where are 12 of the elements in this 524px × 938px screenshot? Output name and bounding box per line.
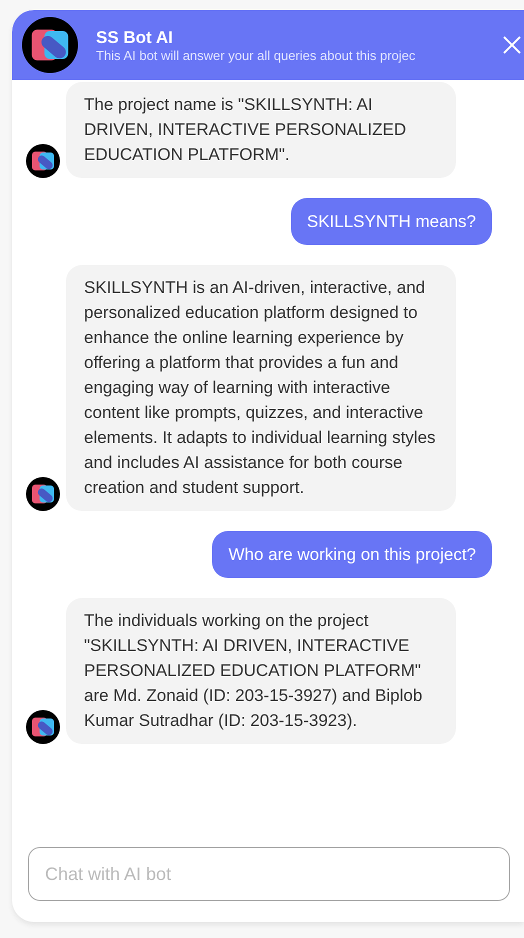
bot-avatar-icon xyxy=(26,477,60,511)
bot-message: The individuals working on the project "SKILLSYNTH: AI DRIVEN, INTERACTIVE PERSONALIZED EDUCATION PLATFORM" are Md. Zonaid (ID: 203-15-3927) and Biplob Kumar Sutradhar (ID: 203-15-3923). xyxy=(66,598,456,744)
user-message: Who are working on this project? xyxy=(212,531,492,578)
chat-input-field[interactable]: Chat with AI bot xyxy=(28,847,510,901)
user-message: SKILLSYNTH means? xyxy=(290,198,492,245)
bot-avatar-icon xyxy=(26,710,60,744)
bot-logo-icon xyxy=(22,17,78,73)
header-subtitle: This AI bot will answer your all queries about this projec xyxy=(96,48,416,62)
bot-message: SKILLSYNTH is an AI-driven, interactive, and personalized education platform designed to enhance the online learning experience by offering a platform that provides a fun and engaging way of learning with interactive content like prompts, quizzes, and interactive elements. It adapts to individual learning styles and includes AI assistance for both course creation and student support. xyxy=(66,265,456,511)
header-title: SS Bot AI xyxy=(96,28,174,48)
bot-avatar-icon xyxy=(26,144,60,178)
bot-message: The project name is "SKILLSYNTH: AI DRIVEN, INTERACTIVE PERSONALIZED EDUCATION PLATFORM". xyxy=(66,82,456,178)
